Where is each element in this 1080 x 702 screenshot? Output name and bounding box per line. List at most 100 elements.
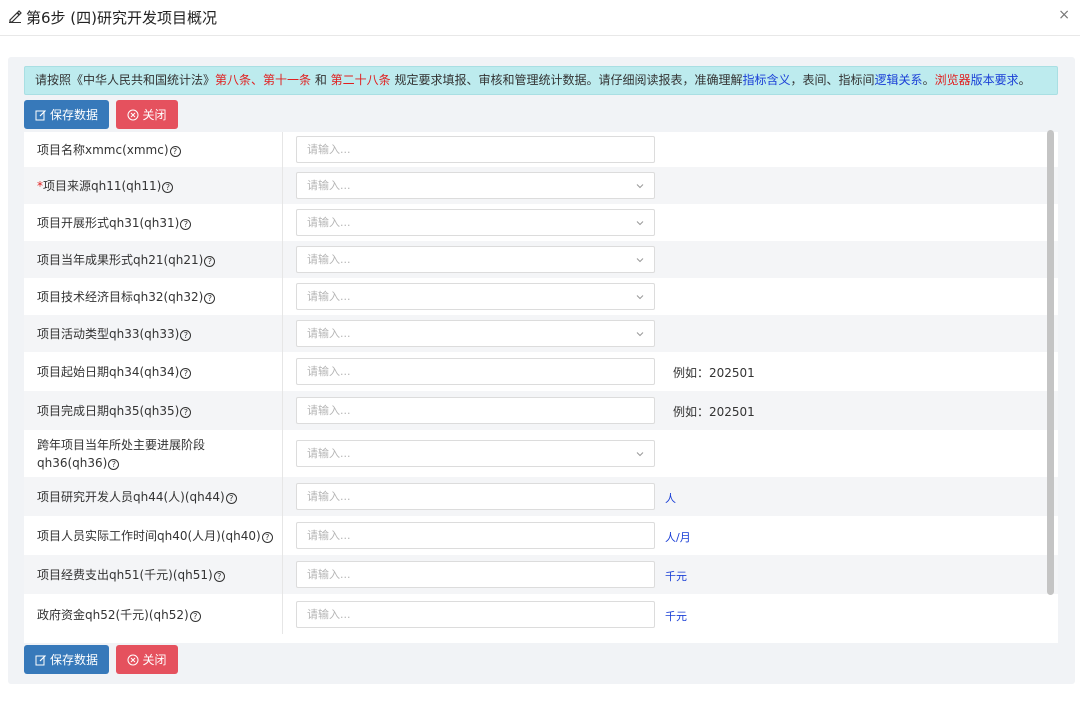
field-label-line: 项目经费支出qh51(千元)(qh51) xyxy=(37,568,213,582)
notice-banner: 请按照《中华人民共和国统计法》第八条、第十一条 和 第二十八条 规定要求填报、审… xyxy=(24,66,1058,95)
question-circle-icon[interactable]: ? xyxy=(204,256,216,267)
title-bar: 第6步 (四)研究开发项目概况 × xyxy=(0,0,1080,36)
text-input[interactable]: 请输入... xyxy=(296,561,655,588)
field-label: 政府资金qh52(千元)(qh52)? xyxy=(24,594,283,634)
field-cell: 请输入... xyxy=(283,430,1058,477)
edit-icon xyxy=(35,654,46,665)
select-field[interactable]: 请输入... xyxy=(296,246,655,273)
text-input[interactable]: 请输入... xyxy=(296,358,655,385)
field-label-text: 跨年项目当年所处主要进展阶段 qh36(qh36)? xyxy=(37,436,205,472)
version-requirement-link[interactable]: 版本要求 xyxy=(971,73,1019,87)
field-cell: 请输入... xyxy=(283,132,1058,167)
field-label-text: 项目技术经济目标qh32(qh32)? xyxy=(37,288,216,305)
form-row: 项目起始日期qh34(qh34)? 请输入... 例如：202501 xyxy=(24,352,1058,391)
question-circle-icon[interactable]: ? xyxy=(180,368,192,379)
chevron-down-icon xyxy=(636,184,644,189)
text-input[interactable]: 请输入... xyxy=(296,483,655,510)
close-button[interactable]: 关闭 xyxy=(116,100,178,129)
notice-text: 请按照《中华人民共和国统计法》 xyxy=(35,73,216,87)
browser-link[interactable]: 浏览器 xyxy=(935,73,971,87)
scrollbar[interactable] xyxy=(1047,130,1054,595)
select-field[interactable]: 请输入... xyxy=(296,320,655,347)
select-field[interactable]: 请输入... xyxy=(296,283,655,310)
form-row: *项目来源qh11(qh11)? 请输入... xyxy=(24,167,1058,204)
input-placeholder: 请输入... xyxy=(307,568,351,581)
question-circle-icon[interactable]: ? xyxy=(261,532,273,543)
select-field[interactable]: 请输入... xyxy=(296,172,655,199)
field-cell: 请输入... 人 xyxy=(283,477,1058,516)
notice-text: 和 xyxy=(311,73,331,87)
field-label-line: 项目完成日期qh35(qh35) xyxy=(37,404,180,418)
text-input[interactable]: 请输入... xyxy=(296,136,655,163)
field-label-text: 项目名称xmmc(xmmc)? xyxy=(37,141,181,158)
chevron-down-icon xyxy=(636,295,644,300)
question-circle-icon[interactable]: ? xyxy=(180,219,192,230)
input-placeholder: 请输入... xyxy=(307,365,351,378)
text-input[interactable]: 请输入... xyxy=(296,522,655,549)
field-hint: 例如：202501 xyxy=(673,405,755,419)
field-cell: 请输入... xyxy=(283,167,1058,204)
text-input[interactable]: 请输入... xyxy=(296,601,655,628)
law-article-link[interactable]: 第八条、第十一条 xyxy=(215,73,311,87)
edit-icon xyxy=(9,10,22,23)
select-field[interactable]: 请输入... xyxy=(296,440,655,467)
field-cell: 请输入... 人/月 xyxy=(283,516,1058,555)
close-button[interactable]: 关闭 xyxy=(116,645,178,674)
field-cell: 请输入... 例如：202501 xyxy=(283,352,1058,391)
field-label-text: 项目开展形式qh31(qh31)? xyxy=(37,214,192,231)
save-button[interactable]: 保存数据 xyxy=(24,100,109,129)
form-table: 项目名称xmmc(xmmc)? 请输入... *项目来源qh11(qh11)? 请输入… xyxy=(24,132,1058,643)
field-label: 跨年项目当年所处主要进展阶段 qh36(qh36)? xyxy=(24,430,283,477)
input-placeholder: 请输入... xyxy=(307,404,351,417)
field-label-text: 项目完成日期qh35(qh35)? xyxy=(37,402,192,419)
question-circle-icon[interactable]: ? xyxy=(180,330,192,341)
field-unit: 千元 xyxy=(665,570,687,583)
field-label-line: 项目当年成果形式qh21(qh21) xyxy=(37,253,204,267)
field-label-text: 项目经费支出qh51(千元)(qh51)? xyxy=(37,566,225,583)
form-row: 项目经费支出qh51(千元)(qh51)? 请输入... 千元 xyxy=(24,555,1058,594)
field-label-text: 政府资金qh52(千元)(qh52)? xyxy=(37,606,201,623)
question-circle-icon[interactable]: ? xyxy=(204,293,216,304)
form-row: 项目当年成果形式qh21(qh21)? 请输入... xyxy=(24,241,1058,278)
window-title: 第6步 (四)研究开发项目概况 xyxy=(26,9,218,27)
notice-text: 。 xyxy=(922,73,935,87)
field-label-text: 项目人员实际工作时间qh40(人月)(qh40)? xyxy=(37,527,273,544)
question-circle-icon[interactable]: ? xyxy=(180,407,192,418)
input-placeholder: 请输入... xyxy=(307,447,351,460)
field-label-line: 项目名称xmmc(xmmc) xyxy=(37,143,169,157)
question-circle-icon[interactable]: ? xyxy=(189,610,201,622)
save-button[interactable]: 保存数据 xyxy=(24,645,109,674)
law-article-link[interactable]: 第二十八条 xyxy=(331,73,391,87)
chevron-down-icon xyxy=(636,221,644,226)
field-label: 项目经费支出qh51(千元)(qh51)? xyxy=(24,555,283,594)
field-cell: 请输入... xyxy=(283,204,1058,241)
field-cell: 请输入... xyxy=(283,315,1058,352)
save-button-label: 保存数据 xyxy=(49,108,98,122)
field-label: 项目当年成果形式qh21(qh21)? xyxy=(24,241,283,278)
field-label-line: 政府资金qh52(千元)(qh52) xyxy=(37,607,189,622)
field-cell: 请输入... xyxy=(283,278,1058,315)
question-circle-icon[interactable]: ? xyxy=(162,182,174,193)
field-label: 项目完成日期qh35(qh35)? xyxy=(24,391,283,430)
question-circle-icon[interactable]: ? xyxy=(169,146,181,157)
field-label-text: *项目来源qh11(qh11)? xyxy=(37,177,174,194)
field-label-line: 项目开展形式qh31(qh31) xyxy=(37,216,180,230)
text-input[interactable]: 请输入... xyxy=(296,397,655,424)
question-circle-icon[interactable]: ? xyxy=(108,458,120,470)
field-label-line: 跨年项目当年所处主要进展阶段 xyxy=(37,437,206,452)
logic-relation-link[interactable]: 逻辑关系 xyxy=(875,73,923,87)
form-row: 项目人员实际工作时间qh40(人月)(qh40)? 请输入... 人/月 xyxy=(24,516,1058,555)
question-circle-icon[interactable]: ? xyxy=(213,571,225,582)
circle-x-icon xyxy=(127,109,139,120)
field-unit: 人 xyxy=(665,492,676,505)
field-label: 项目研究开发人员qh44(人)(qh44)? xyxy=(24,477,283,516)
close-icon[interactable]: × xyxy=(1058,7,1070,23)
field-label: 项目开展形式qh31(qh31)? xyxy=(24,204,283,241)
input-placeholder: 请输入... xyxy=(307,253,351,266)
question-circle-icon[interactable]: ? xyxy=(225,493,237,504)
field-cell: 请输入... xyxy=(283,241,1058,278)
select-field[interactable]: 请输入... xyxy=(296,209,655,236)
input-placeholder: 请输入... xyxy=(307,179,351,192)
field-unit: 人/月 xyxy=(665,531,691,544)
indicator-meaning-link[interactable]: 指标含义 xyxy=(743,73,791,87)
